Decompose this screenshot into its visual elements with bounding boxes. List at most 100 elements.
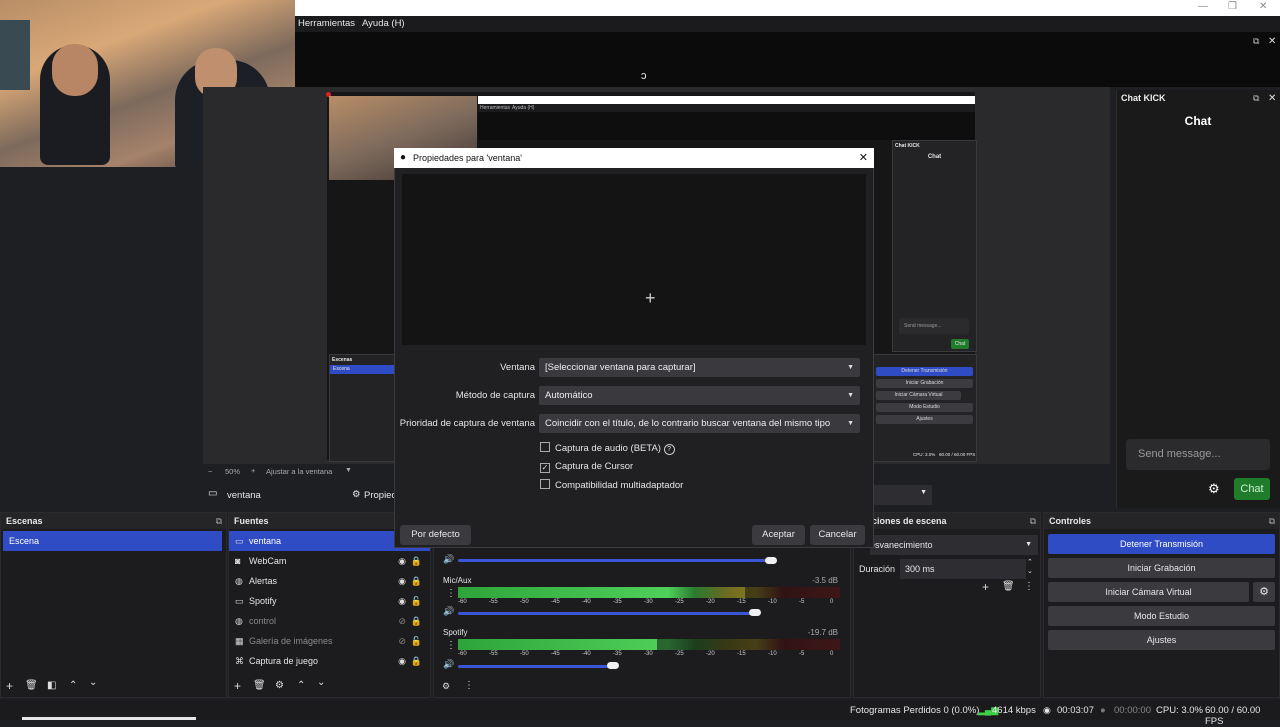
- add-scene-icon[interactable]: +: [6, 679, 13, 693]
- restore-icon[interactable]: ❐: [1228, 1, 1237, 12]
- scenes-undock-icon[interactable]: ⧉: [216, 513, 222, 529]
- menu-herramientas[interactable]: Herramientas: [298, 18, 355, 29]
- camera-icon: ◙: [235, 556, 241, 566]
- remove-source-icon[interactable]: 🗑: [253, 680, 266, 691]
- visibility-eye-icon[interactable]: ◉: [398, 551, 406, 571]
- transitions-undock-icon[interactable]: ⧉: [1030, 513, 1036, 529]
- fit-window-select[interactable]: Ajustar a la ventana: [266, 467, 332, 476]
- close-window-icon[interactable]: ✕: [1259, 1, 1267, 12]
- move-up-icon[interactable]: ⌃: [69, 680, 77, 691]
- mixer-menu-icon[interactable]: ⋮: [464, 680, 474, 691]
- multiadapter-checkbox[interactable]: Compatibilidad multiadaptador: [540, 479, 683, 491]
- menu-ayuda[interactable]: Ayuda (H): [362, 18, 405, 29]
- stepper-down-icon[interactable]: ⌄: [1027, 567, 1033, 575]
- capture-method-select[interactable]: Automático ▼: [539, 386, 860, 405]
- ok-button[interactable]: Aceptar: [752, 525, 805, 545]
- mini-controls-dock: Detener Transmisión Iniciar Grabación In…: [872, 354, 977, 462]
- lock-icon[interactable]: 🔒: [411, 571, 422, 591]
- source-move-up-icon[interactable]: ⌃: [297, 680, 305, 691]
- mixer-advanced-gear-icon[interactable]: ⚙: [442, 681, 450, 692]
- cursor-capture-checkbox[interactable]: ✓ Captura de Cursor: [540, 461, 633, 473]
- hidden-eye-icon[interactable]: ⊘: [398, 611, 406, 631]
- source-select[interactable]: ▼: [870, 485, 932, 505]
- volume-slider-top[interactable]: [458, 559, 774, 562]
- unlock-icon[interactable]: 🔓: [411, 631, 422, 651]
- visibility-eye-icon[interactable]: ◉: [398, 571, 406, 591]
- volume-slider-2[interactable]: [458, 665, 613, 668]
- duration-input[interactable]: 300 ms: [900, 559, 1026, 579]
- controls-undock-icon[interactable]: ⧉: [1269, 513, 1275, 529]
- meter-tick-label: -15: [737, 651, 746, 657]
- channel-menu-icon[interactable]: ⋮: [446, 588, 456, 599]
- source-item-galeria[interactable]: ▦ Galería de imágenes ⊘ 🔓: [229, 631, 430, 651]
- source-move-down-icon[interactable]: ⌄: [317, 677, 325, 688]
- add-transition-icon[interactable]: +: [982, 580, 989, 594]
- meter-tick-label: 0: [830, 599, 834, 605]
- mixer-channel-name-2: Spotify: [443, 628, 468, 637]
- dialog-title: Propiedades para 'ventana': [413, 153, 523, 163]
- priority-select[interactable]: Coincidir con el título, de lo contrario…: [539, 414, 860, 433]
- live-time: 00:03:07: [1057, 705, 1094, 716]
- transition-menu-icon[interactable]: ⋮: [1024, 581, 1034, 592]
- zoom-in-icon[interactable]: +: [251, 466, 255, 475]
- fit-chevron-down-icon[interactable]: ▼: [345, 467, 352, 474]
- dialog-preview: +: [402, 174, 866, 345]
- speaker-icon[interactable]: 🔊: [443, 554, 454, 565]
- dialog-close-icon[interactable]: ✕: [859, 148, 868, 168]
- window-select[interactable]: [Seleccionar ventana para capturar] ▼: [539, 358, 860, 377]
- move-down-icon[interactable]: ⌄: [89, 677, 97, 688]
- start-virtual-cam-button[interactable]: Iniciar Cámara Virtual: [1048, 582, 1249, 602]
- speaker-icon[interactable]: 🔊: [443, 659, 454, 670]
- sources-title: Fuentes: [234, 516, 269, 526]
- scene-item[interactable]: Escena: [3, 531, 222, 551]
- undock-icon[interactable]: ⧉: [1253, 36, 1259, 47]
- chat-undock-icon[interactable]: ⧉: [1253, 93, 1259, 104]
- stop-stream-button[interactable]: Detener Transmisión: [1048, 534, 1275, 554]
- studio-mode-button[interactable]: Modo Estudio: [1048, 606, 1275, 626]
- volume-slider-1[interactable]: [458, 612, 756, 615]
- source-item-webcam[interactable]: ◙ WebCam ◉ 🔒: [229, 551, 430, 571]
- defaults-button[interactable]: Por defecto: [400, 525, 471, 545]
- virtual-cam-settings-gear-icon[interactable]: ⚙: [1253, 582, 1275, 602]
- lock-icon[interactable]: 🔒: [411, 651, 422, 671]
- remove-transition-icon[interactable]: 🗑: [1002, 581, 1015, 592]
- remove-scene-icon[interactable]: 🗑: [25, 680, 38, 691]
- start-recording-button[interactable]: Iniciar Grabación: [1048, 558, 1275, 578]
- volume-knob-top[interactable]: [765, 557, 777, 564]
- close-dock-icon[interactable]: ✕: [1268, 36, 1276, 47]
- zoom-out-icon[interactable]: −: [208, 467, 212, 476]
- minimize-icon[interactable]: —: [1198, 1, 1208, 12]
- chat-send-button[interactable]: Chat: [1234, 478, 1270, 500]
- audio-capture-checkbox[interactable]: Captura de audio (BETA) ?: [540, 442, 675, 455]
- chat-settings-gear-icon[interactable]: ⚙: [1208, 481, 1220, 497]
- source-item-alertas[interactable]: ◍ Alertas ◉ 🔒: [229, 571, 430, 591]
- window-label: Ventana: [500, 362, 535, 373]
- cancel-button[interactable]: Cancelar: [810, 525, 865, 545]
- add-source-icon[interactable]: +: [234, 679, 241, 693]
- channel-menu-icon[interactable]: ⋮: [446, 640, 456, 651]
- properties-button[interactable]: Propied: [364, 490, 397, 501]
- duration-label: Duración: [859, 564, 896, 574]
- chat-message-input[interactable]: Send message...: [1126, 439, 1270, 470]
- source-item-captura-juego[interactable]: ⌘ Captura de juego ◉ 🔒: [229, 651, 430, 671]
- properties-gear-icon[interactable]: ⚙: [352, 489, 361, 500]
- transition-type-select[interactable]: esvanecimiento ▼: [870, 535, 1038, 555]
- hidden-eye-icon[interactable]: ⊘: [398, 631, 406, 651]
- stepper-up-icon[interactable]: ⌃: [1027, 558, 1033, 566]
- chat-close-icon[interactable]: ✕: [1268, 93, 1276, 104]
- visibility-eye-icon[interactable]: ◉: [398, 651, 406, 671]
- source-item-control[interactable]: ◍ control ⊘ 🔒: [229, 611, 430, 631]
- unlock-icon[interactable]: 🔓: [411, 591, 422, 611]
- volume-knob-1[interactable]: [749, 609, 762, 616]
- lock-icon[interactable]: 🔒: [411, 611, 422, 631]
- source-item-spotify[interactable]: ▭ Spotify ◉ 🔓: [229, 591, 430, 611]
- settings-button[interactable]: Ajustes: [1048, 630, 1275, 650]
- scene-filters-icon[interactable]: ◧: [47, 680, 56, 691]
- visibility-eye-icon[interactable]: ◉: [398, 591, 406, 611]
- help-icon[interactable]: ?: [663, 444, 675, 455]
- source-properties-gear-icon[interactable]: ⚙: [275, 680, 284, 691]
- dialog-title-bar: ● Propiedades para 'ventana' ✕: [394, 148, 874, 168]
- volume-knob-2[interactable]: [606, 662, 619, 669]
- speaker-icon[interactable]: 🔊: [443, 606, 454, 617]
- lock-icon[interactable]: 🔒: [411, 551, 422, 571]
